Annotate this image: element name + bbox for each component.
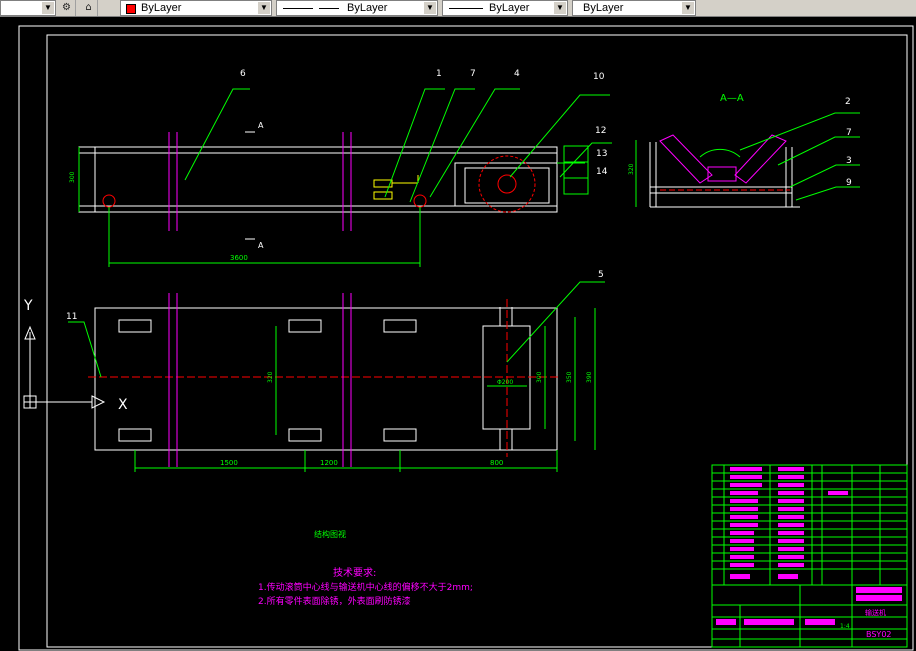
dim-span-vert: 320 (267, 371, 274, 383)
layer-combo-tail[interactable]: ▼ (0, 0, 56, 16)
cad-drawing-canvas[interactable]: A A 3600 300 6 1 7 4 10 12 13 14 A—A 2 7… (0, 17, 916, 651)
balloon-10[interactable]: 10 (593, 72, 605, 82)
balloon-5[interactable]: 5 (598, 270, 604, 280)
balloon-12[interactable]: 12 (595, 126, 606, 136)
balloon-2[interactable]: 2 (845, 97, 851, 107)
dim-seg3: 800 (490, 459, 503, 467)
chevron-down-icon[interactable]: ▼ (554, 2, 566, 14)
plotstyle-combo-value: ByLayer (583, 2, 624, 14)
linetype-preview-2 (319, 8, 339, 9)
view-note: 结构图视 (314, 529, 346, 539)
color-combo[interactable]: ByLayer ▼ (120, 0, 272, 16)
dim-top-length: 3600 (230, 254, 248, 262)
layer-icon[interactable]: ⚙ (58, 0, 76, 16)
section-marker-top: A (258, 121, 264, 130)
ucs-icon (23, 325, 106, 409)
properties-toolbar: ▼ ⚙ ⌂ ByLayer ▼ ByLayer ▼ ByLayer ▼ ByLa… (0, 0, 916, 17)
bom-entries (716, 467, 902, 625)
linetype-combo-value: ByLayer (347, 2, 388, 14)
layer-prev-icon[interactable]: ⌂ (80, 0, 98, 16)
balloon-13[interactable]: 13 (596, 149, 607, 159)
linetype-preview (283, 8, 313, 9)
tech-req-1: 1.传动滚筒中心线与输送机中心线的偏移不大于2mm; (258, 581, 473, 593)
balloon-7b[interactable]: 7 (846, 128, 852, 138)
dim-pipe-dia: Φ200 (497, 379, 513, 386)
plan-view-centerlines (88, 299, 560, 457)
balloon-3[interactable]: 3 (846, 156, 852, 166)
dim-seg2: 1200 (320, 459, 338, 467)
chevron-down-icon[interactable]: ▼ (424, 2, 436, 14)
plan-view (94, 307, 558, 451)
lineweight-combo[interactable]: ByLayer ▼ (442, 0, 568, 16)
section-view (649, 142, 800, 208)
lineweight-combo-value: ByLayer (489, 2, 530, 14)
top-view-bolts (373, 175, 419, 200)
title-block-name: 输送机 (865, 608, 886, 617)
balloon-9[interactable]: 9 (846, 178, 852, 188)
ucs-axis-x: X (118, 397, 128, 413)
dim-side-height: 320 (628, 163, 635, 175)
dim-top-height: 300 (69, 171, 76, 183)
ucs-axis-y: Y (23, 298, 33, 314)
balloon-4[interactable]: 4 (514, 69, 520, 79)
dim-width-outer: 390 (586, 371, 593, 383)
chevron-down-icon[interactable]: ▼ (42, 2, 54, 14)
balloon-11[interactable]: 11 (66, 312, 77, 322)
balloon-1[interactable]: 1 (436, 69, 442, 79)
title-block-scale: 1:4 (840, 623, 850, 630)
chevron-down-icon[interactable]: ▼ (682, 2, 694, 14)
dim-width-inner: 300 (536, 371, 543, 383)
section-view-rollers (659, 134, 787, 184)
color-combo-value: ByLayer (141, 2, 182, 14)
title-block-code: BSY02 (866, 630, 892, 639)
chevron-down-icon[interactable]: ▼ (258, 2, 270, 14)
section-marker-a (245, 131, 255, 240)
top-view-holes (102, 155, 536, 213)
tech-req-2: 2.所有零件表面除锈，外表面刷防锈漆 (258, 595, 411, 607)
balloon-14[interactable]: 14 (596, 167, 608, 177)
color-swatch-icon (126, 4, 136, 14)
section-view-title: A—A (720, 93, 744, 104)
plotstyle-combo[interactable]: ByLayer ▼ (572, 0, 696, 16)
plan-view-columns (168, 293, 352, 467)
section-marker-bottom: A (258, 241, 264, 250)
dim-seg1: 1500 (220, 459, 238, 467)
dim-width-mid: 350 (566, 371, 573, 383)
lineweight-preview (449, 8, 483, 9)
top-view (78, 146, 558, 213)
top-view-leaders (184, 88, 612, 203)
balloon-7[interactable]: 7 (470, 69, 476, 79)
balloon-6[interactable]: 6 (240, 69, 246, 79)
tech-req-title: 技术要求: (333, 566, 376, 579)
linetype-combo[interactable]: ByLayer ▼ (276, 0, 438, 16)
